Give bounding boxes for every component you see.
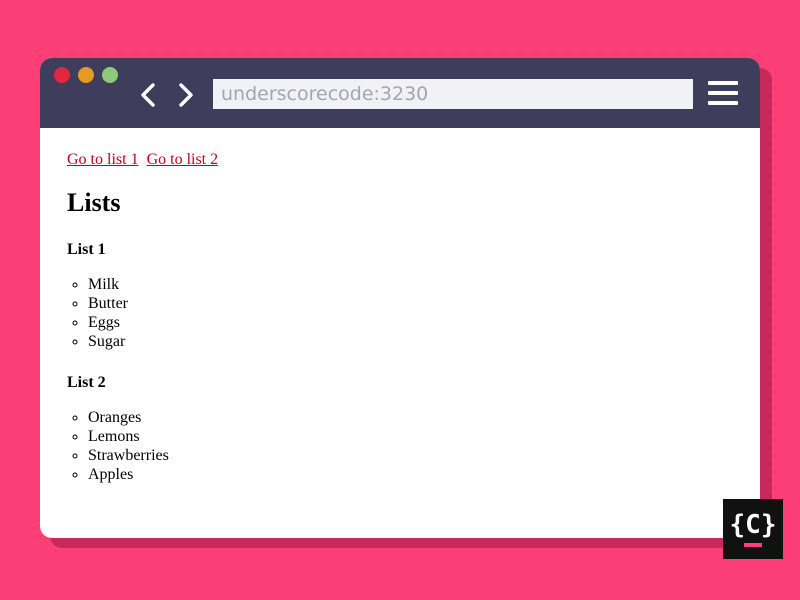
chevron-left-icon[interactable] <box>138 82 158 108</box>
page-title: Lists <box>67 188 121 217</box>
list-1: Milk Butter Eggs Sugar <box>67 275 727 351</box>
address-bar[interactable] <box>213 79 693 109</box>
minimize-dot[interactable] <box>78 67 94 83</box>
hamburger-menu-icon[interactable] <box>708 81 738 106</box>
go-to-list-1-link[interactable]: Go to list 1 <box>67 151 139 168</box>
chevron-right-icon[interactable] <box>176 82 196 108</box>
list-item: Sugar <box>88 332 727 351</box>
list-item: Strawberries <box>88 446 727 465</box>
maximize-dot[interactable] <box>102 67 118 83</box>
list-item: Lemons <box>88 427 727 446</box>
browser-window: Go to list 1 Go to list 2 Lists List 1 M… <box>40 58 760 538</box>
menu-line <box>708 81 738 85</box>
list-2: Oranges Lemons Strawberries Apples <box>67 408 727 484</box>
close-dot[interactable] <box>54 67 70 83</box>
browser-titlebar <box>40 58 760 128</box>
logo-text: {C} <box>729 510 777 540</box>
list-1-heading: List 1 <box>67 241 106 258</box>
logo-accent-bar <box>744 543 762 547</box>
list-item: Apples <box>88 465 727 484</box>
underscorecode-logo: {C} <box>723 499 783 559</box>
menu-line <box>708 101 738 105</box>
list-item: Butter <box>88 294 727 313</box>
go-to-list-2-link[interactable]: Go to list 2 <box>147 151 219 168</box>
list-2-heading: List 2 <box>67 374 106 391</box>
page-content: Go to list 1 Go to list 2 Lists List 1 M… <box>67 150 727 484</box>
list-item: Milk <box>88 275 727 294</box>
anchor-links: Go to list 1 Go to list 2 <box>67 150 727 169</box>
list-item: Oranges <box>88 408 727 427</box>
list-item: Eggs <box>88 313 727 332</box>
menu-line <box>708 91 738 95</box>
